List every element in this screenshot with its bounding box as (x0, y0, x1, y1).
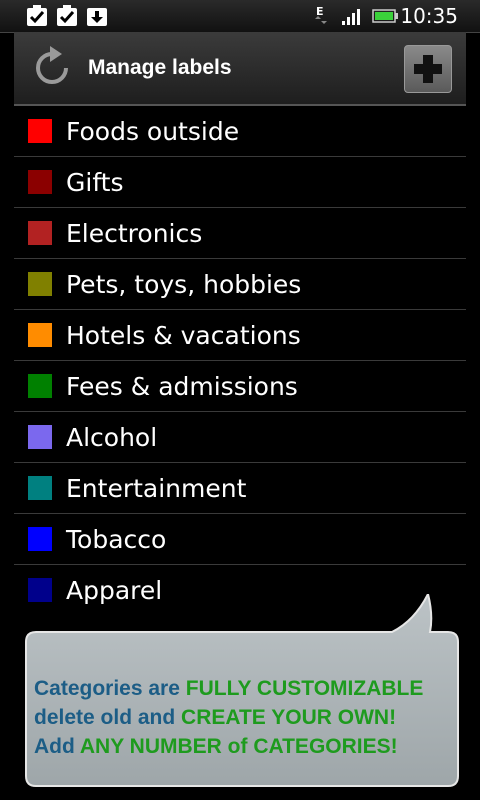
label-name: Hotels & vacations (66, 321, 301, 350)
list-item[interactable]: Electronics (14, 208, 466, 259)
color-swatch (28, 170, 52, 194)
check-notification-icon (27, 5, 47, 26)
color-swatch (28, 221, 52, 245)
color-swatch (28, 476, 52, 500)
color-swatch (28, 527, 52, 551)
list-item[interactable]: Gifts (14, 157, 466, 208)
svg-text:E: E (316, 5, 324, 18)
label-name: Foods outside (66, 117, 240, 146)
label-name: Tobacco (66, 525, 167, 554)
promo-text: Categories are FULLY CUSTOMIZABLE delete… (34, 677, 424, 758)
label-name: Fees & admissions (66, 372, 298, 401)
label-name: Alcohol (66, 423, 158, 452)
refresh-icon[interactable] (30, 46, 74, 90)
list-item[interactable]: Hotels & vacations (14, 310, 466, 361)
list-item[interactable]: Tobacco (14, 514, 466, 565)
promo-callout: Categories are FULLY CUSTOMIZABLE delete… (22, 594, 462, 790)
network-e-icon: E (315, 5, 327, 24)
labels-list: Foods outside Gifts Electronics Pets, to… (14, 106, 466, 615)
status-bar: E 10:35 (0, 0, 480, 33)
header-bar: Manage labels (14, 32, 466, 106)
list-item[interactable]: Alcohol (14, 412, 466, 463)
label-name: Electronics (66, 219, 203, 248)
list-item[interactable]: Fees & admissions (14, 361, 466, 412)
color-swatch (28, 374, 52, 398)
list-item[interactable]: Pets, toys, hobbies (14, 259, 466, 310)
download-icon (87, 8, 107, 26)
list-item[interactable]: Entertainment (14, 463, 466, 514)
label-name: Gifts (66, 168, 124, 197)
label-name: Pets, toys, hobbies (66, 270, 302, 299)
add-label-button[interactable] (404, 45, 452, 93)
clock: 10:35 (400, 4, 458, 28)
signal-icon (342, 9, 360, 25)
battery-icon (372, 9, 398, 23)
check-notification-icon (57, 5, 77, 26)
color-swatch (28, 119, 52, 143)
label-name: Entertainment (66, 474, 247, 503)
color-swatch (28, 425, 52, 449)
plus-icon (414, 55, 442, 83)
page-title: Manage labels (88, 56, 232, 79)
list-item[interactable]: Foods outside (14, 106, 466, 157)
color-swatch (28, 272, 52, 296)
color-swatch (28, 323, 52, 347)
